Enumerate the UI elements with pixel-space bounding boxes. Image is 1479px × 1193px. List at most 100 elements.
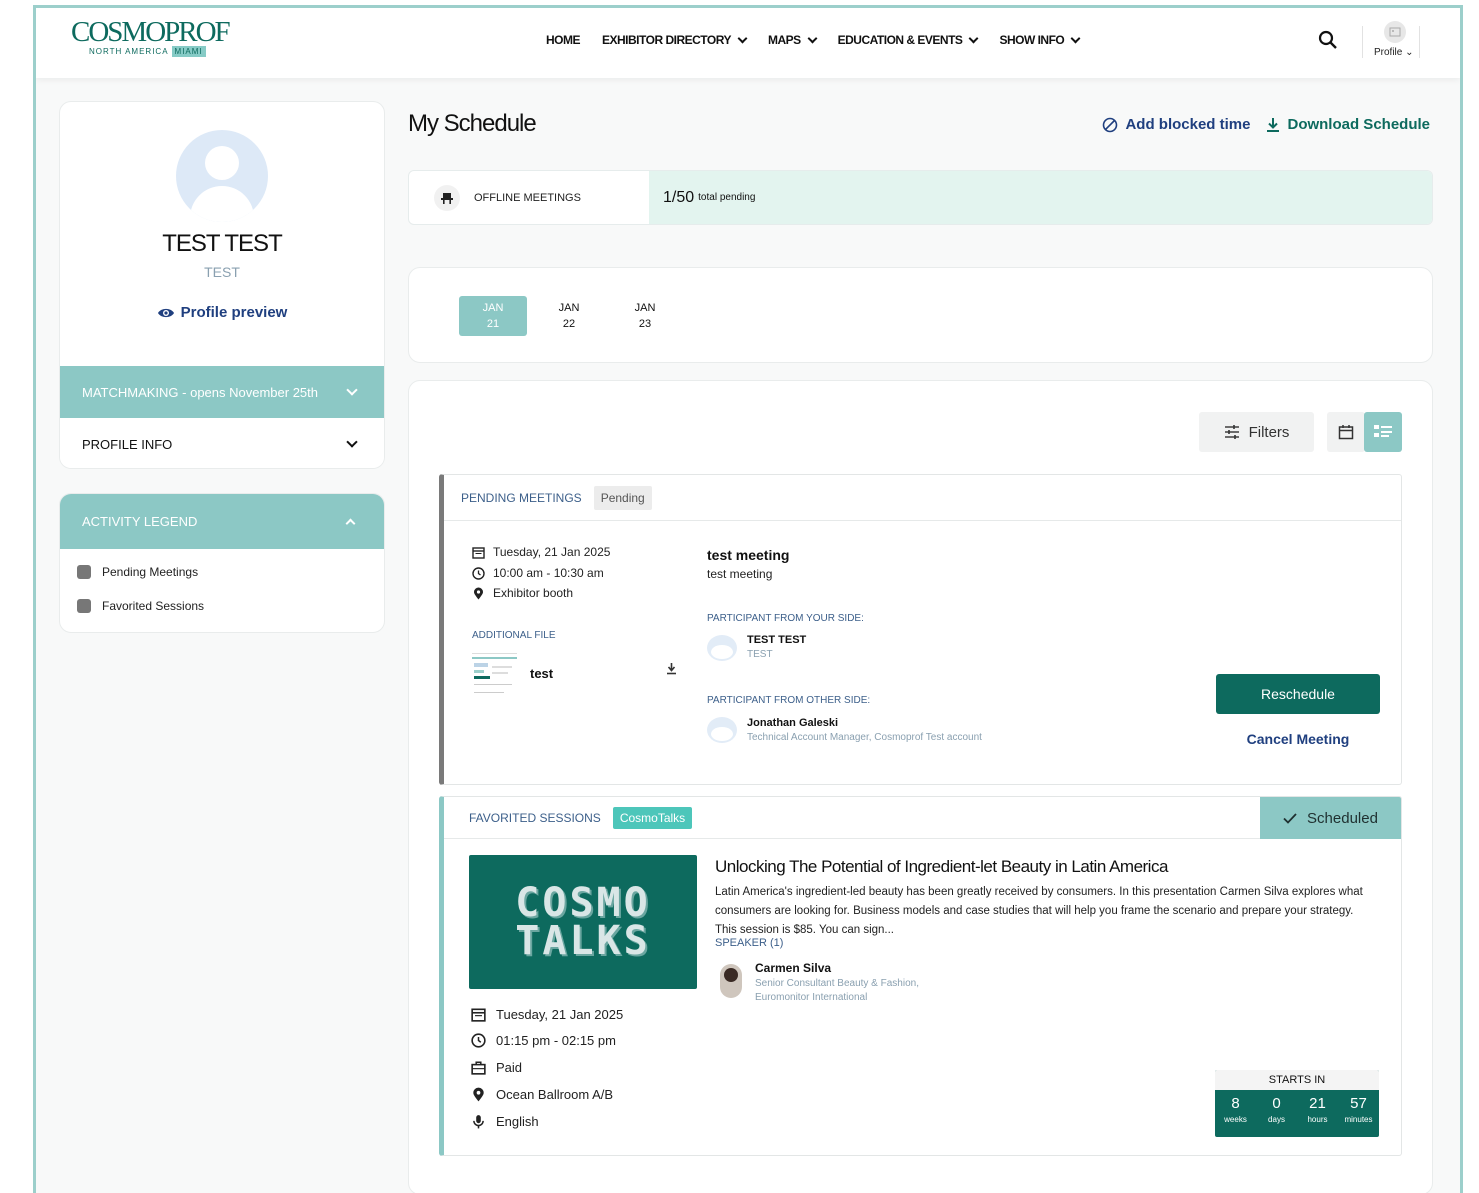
speaker-label: SPEAKER (1) (715, 937, 784, 949)
download-schedule-button[interactable]: Download Schedule (1266, 116, 1430, 133)
other-participant-name[interactable]: Jonathan Galeski (747, 717, 838, 729)
search-icon[interactable] (1318, 30, 1338, 50)
countdown-days: 0 days (1256, 1094, 1297, 1126)
nav-show-info-label: SHOW INFO (999, 33, 1065, 47)
meeting-title: test meeting (707, 547, 790, 563)
activity-legend: ACTIVITY LEGEND Pending Meetings Favorit… (59, 493, 385, 633)
nav-education-events[interactable]: EDUCATION & EVENTS (837, 33, 979, 47)
date-day: 22 (562, 318, 576, 330)
profile-avatar[interactable] (1384, 21, 1406, 43)
legend-item-label: Pending Meetings (102, 565, 199, 579)
countdown-minutes: 57 minutes (1338, 1094, 1379, 1126)
legend-item-label: Favorited Sessions (102, 599, 205, 613)
pending-meeting-card: PENDING MEETINGS Pending Tuesday, 21 Jan… (439, 474, 1402, 785)
list-view-toggle[interactable] (1364, 412, 1402, 452)
countdown-unit: minutes (1344, 1115, 1373, 1124)
download-icon[interactable] (666, 662, 677, 675)
matchmaking-label: MATCHMAKING - opens November 25th (82, 384, 318, 400)
avatar-head (205, 146, 239, 180)
image-text-line2: TALKS (515, 918, 651, 964)
date-tab-jan-23[interactable]: JAN 23 (611, 296, 679, 336)
file-name: test (530, 666, 554, 681)
nav-show-info[interactable]: SHOW INFO (999, 33, 1081, 47)
profile-name: TEST TEST (162, 230, 282, 257)
chevron-down-icon (346, 436, 358, 448)
nav-education-events-label: EDUCATION & EVENTS (837, 33, 963, 47)
page-title: My Schedule (408, 110, 537, 137)
calendar-icon (1338, 425, 1354, 440)
date-tab-jan-22[interactable]: JAN 22 (535, 296, 603, 336)
scheduled-label: Scheduled (1307, 809, 1378, 827)
session-description: Latin America's ingredient-led beauty ha… (715, 886, 1363, 936)
session-location-text: Ocean Ballroom A/B (496, 1087, 614, 1102)
download-icon (1267, 117, 1280, 132)
session-time-text: 01:15 pm - 02:15 pm (496, 1033, 616, 1048)
session-date-text: Tuesday, 21 Jan 2025 (496, 1007, 624, 1022)
scheduled-status-button[interactable]: Scheduled (1260, 797, 1401, 839)
countdown-hours: 21 hours (1297, 1094, 1338, 1126)
other-participant-role: Technical Account Manager, Cosmoprof Tes… (747, 732, 982, 743)
top-navigation: COSMOPROF NORTH AMERICA MIAMI HOME EXHIB… (36, 8, 1460, 78)
offline-meetings-tab[interactable]: OFFLINE MEETINGS (409, 171, 649, 224)
nav-divider (1419, 26, 1420, 58)
session-price: Paid (471, 1060, 522, 1075)
date-month: JAN (482, 302, 504, 314)
activity-legend-header[interactable]: ACTIVITY LEGEND (60, 494, 384, 549)
profile-info-accordion[interactable]: PROFILE INFO (60, 418, 384, 468)
add-blocked-time-button[interactable]: Add blocked time (1102, 116, 1250, 133)
filters-button[interactable]: Filters (1199, 412, 1314, 452)
session-language-text: English (496, 1114, 539, 1129)
countdown-timer: STARTS IN 8 weeks 0 days 21 hours 57 minutes (1215, 1070, 1379, 1137)
avatar-body (190, 186, 254, 222)
session-date: Tuesday, 21 Jan 2025 (471, 1007, 623, 1022)
other-side-label: PARTICIPANT FROM OTHER SIDE: (707, 695, 871, 706)
reschedule-button[interactable]: Reschedule (1216, 674, 1380, 714)
profile-menu[interactable]: Profile ⌄ (1374, 47, 1414, 58)
sliders-icon (1224, 425, 1239, 439)
meeting-location: Exhibitor booth (472, 586, 573, 600)
cosmoprof-logo[interactable]: COSMOPROF NORTH AMERICA MIAMI (71, 16, 231, 62)
countdown-value: 0 (1272, 1095, 1281, 1112)
meeting-date: Tuesday, 21 Jan 2025 (472, 545, 610, 559)
legend-swatch (77, 599, 91, 613)
calendar-view-toggle[interactable] (1327, 412, 1365, 452)
favorited-session-header: FAVORITED SESSIONS CosmoTalks (444, 797, 1401, 839)
download-schedule-label: Download Schedule (1287, 116, 1430, 133)
matchmaking-accordion[interactable]: MATCHMAKING - opens November 25th (60, 366, 384, 418)
favorited-sessions-label: FAVORITED SESSIONS (469, 810, 601, 825)
image-placeholder-icon (1389, 27, 1401, 37)
meeting-time: 10:00 am - 10:30 am (472, 566, 604, 580)
session-language: English (471, 1114, 539, 1129)
your-side-label: PARTICIPANT FROM YOUR SIDE: (707, 613, 864, 624)
participant-avatar (707, 635, 737, 661)
speaker-name[interactable]: Carmen Silva (755, 961, 831, 975)
nav-maps[interactable]: MAPS (768, 33, 818, 47)
filters-label: Filters (1248, 423, 1290, 441)
logo-wordmark: COSMOPROF (71, 16, 231, 48)
legend-item: Favorited Sessions (77, 599, 204, 613)
favorited-session-card: FAVORITED SESSIONS CosmoTalks Scheduled … (439, 796, 1402, 1156)
speaker-role-line1: Senior Consultant Beauty & Fashion, (755, 978, 919, 989)
logo-region: NORTH AMERICA (89, 47, 169, 56)
date-day: 21 (486, 318, 500, 330)
nav-home[interactable]: HOME (546, 33, 581, 47)
session-title[interactable]: Unlocking The Potential of Ingredient-le… (715, 857, 1168, 877)
image-text-line1: COSMO (515, 880, 651, 926)
file-thumbnail[interactable] (472, 653, 517, 697)
chevron-down-icon (1070, 33, 1081, 43)
session-location: Ocean Ballroom A/B (471, 1087, 613, 1102)
nav-exhibitor-directory[interactable]: EXHIBITOR DIRECTORY (602, 33, 748, 47)
cancel-meeting-button[interactable]: Cancel Meeting (1216, 731, 1380, 747)
activity-legend-title: ACTIVITY LEGEND (82, 514, 198, 529)
profile-preview-link[interactable]: Profile preview (60, 304, 384, 321)
countdown-weeks: 8 weeks (1215, 1094, 1256, 1126)
nav-home-label: HOME (546, 33, 581, 47)
session-price-text: Paid (496, 1060, 523, 1075)
legend-item: Pending Meetings (77, 565, 198, 579)
session-type-badge: CosmoTalks (612, 806, 693, 829)
date-tab-jan-21[interactable]: JAN 21 (459, 296, 527, 336)
main-menu: HOME EXHIBITOR DIRECTORY MAPS EDUCATION … (546, 33, 1101, 47)
meeting-time-text: 10:00 am - 10:30 am (493, 566, 604, 580)
your-participant-company: TEST (747, 649, 773, 660)
speaker-role-line2: Euromonitor International (755, 992, 868, 1003)
